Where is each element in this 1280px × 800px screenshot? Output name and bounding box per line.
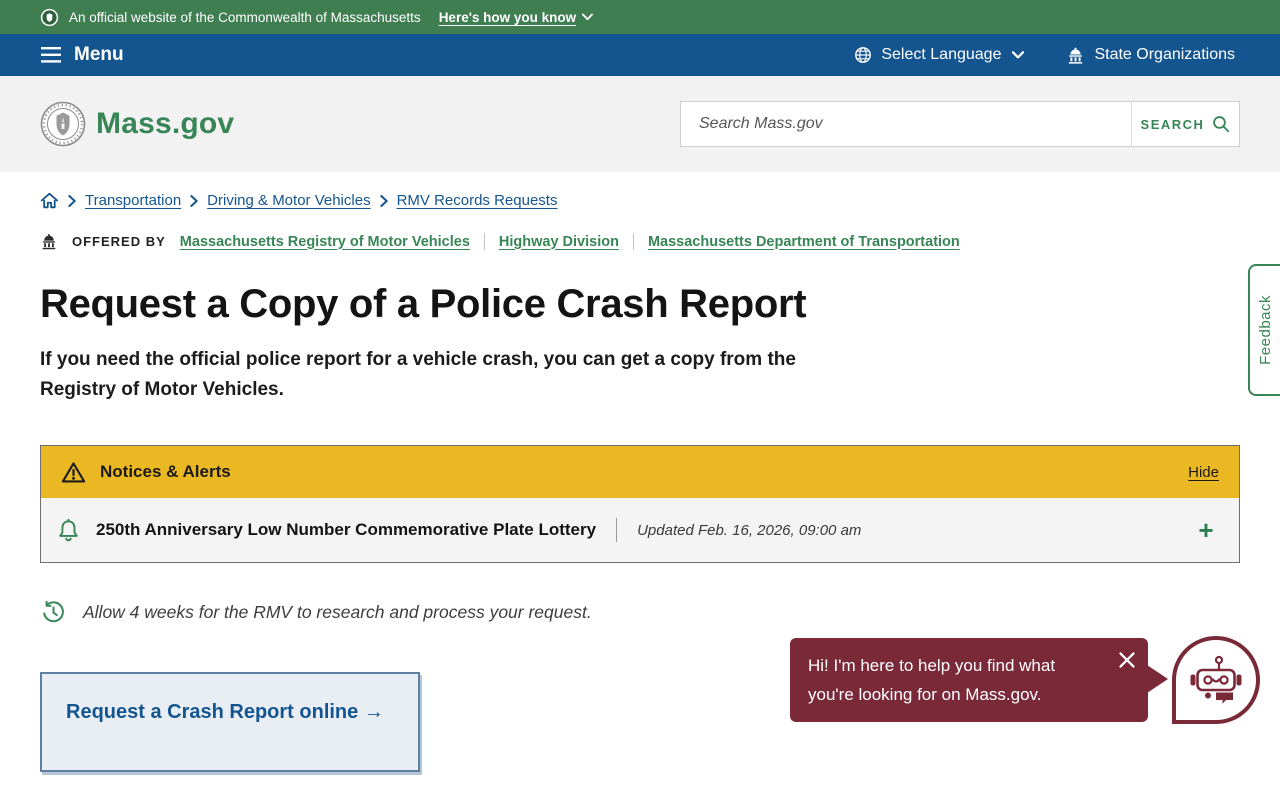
processing-note-text: Allow 4 weeks for the RMV to research an… xyxy=(83,602,592,622)
breadcrumb-link-driving-motor-vehicles[interactable]: Driving & Motor Vehicles xyxy=(207,192,370,209)
chatbot-message: Hi! I'm here to help you find what you'r… xyxy=(808,656,1056,704)
state-organizations-link[interactable]: State Organizations xyxy=(1066,46,1235,64)
close-icon[interactable] xyxy=(1118,651,1136,669)
agency-link-rmv[interactable]: Massachusetts Registry of Motor Vehicles xyxy=(180,234,470,250)
breadcrumb: Transportation Driving & Motor Vehicles … xyxy=(40,192,1240,209)
official-banner: An official website of the Commonwealth … xyxy=(0,0,1280,34)
divider xyxy=(483,233,485,250)
arrow-right-icon: → xyxy=(363,701,384,723)
divider xyxy=(632,233,634,250)
chatbot-button[interactable] xyxy=(1172,636,1260,724)
menu-label: Menu xyxy=(74,44,124,65)
search-icon xyxy=(1213,116,1230,133)
page: An official website of the Commonwealth … xyxy=(0,0,1280,800)
page-title: Request a Copy of a Police Crash Report xyxy=(40,282,807,326)
chevron-down-icon xyxy=(582,13,594,21)
feedback-tab[interactable]: Feedback xyxy=(1248,264,1280,396)
alert-updated-timestamp: Updated Feb. 16, 2026, 09:00 am xyxy=(637,521,862,539)
notices-alerts-header: Notices & Alerts Hide xyxy=(41,446,1239,498)
breadcrumb-link-rmv-records-requests[interactable]: RMV Records Requests xyxy=(397,192,558,209)
notices-alerts-title: Notices & Alerts xyxy=(100,462,231,481)
tooltip-tail xyxy=(1147,665,1168,693)
official-banner-text: An official website of the Commonwealth … xyxy=(69,9,421,25)
feedback-label: Feedback xyxy=(1256,295,1274,365)
history-clock-icon xyxy=(42,601,65,624)
massgov-logo-text: Mass.gov xyxy=(96,107,235,140)
search-bar: SEARCH xyxy=(680,101,1240,147)
globe-icon xyxy=(855,47,872,63)
bell-icon xyxy=(57,518,80,543)
search-button[interactable]: SEARCH xyxy=(1131,102,1239,146)
hide-notices-link[interactable]: Hide xyxy=(1188,464,1219,481)
robot-icon xyxy=(1190,655,1242,704)
chevron-right-icon xyxy=(68,194,76,207)
notices-alerts-box: Notices & Alerts Hide 250th Anniversary … xyxy=(40,445,1240,563)
state-organizations-label: State Organizations xyxy=(1094,46,1235,63)
state-seal-icon xyxy=(40,8,59,26)
select-language-button[interactable]: Select Language xyxy=(854,46,1025,64)
offered-by-label: OFFERED BY xyxy=(72,234,166,249)
massgov-seal-icon xyxy=(40,101,86,147)
home-icon[interactable] xyxy=(40,192,59,209)
main-nav: Menu Select Language State Organizations xyxy=(0,34,1280,76)
cta-label: Request a Crash Report online xyxy=(66,701,359,723)
chatbot-tooltip: Hi! I'm here to help you find what you'r… xyxy=(790,638,1168,722)
warning-icon xyxy=(61,461,86,483)
breadcrumb-link-transportation[interactable]: Transportation xyxy=(85,192,181,209)
chevron-right-icon xyxy=(190,194,198,207)
alert-row[interactable]: 250th Anniversary Low Number Commemorati… xyxy=(41,498,1239,562)
massgov-logo[interactable]: Mass.gov xyxy=(40,101,234,147)
offered-by: OFFERED BY Massachusetts Registry of Mot… xyxy=(40,233,1240,250)
chevron-down-icon xyxy=(1012,51,1025,59)
request-crash-report-online-button[interactable]: Request a Crash Report online → xyxy=(40,672,420,772)
site-header: Mass.gov SEARCH xyxy=(0,76,1280,172)
page-lead: If you need the official police report f… xyxy=(40,349,796,400)
expand-alert-button[interactable]: + xyxy=(1195,517,1217,543)
chevron-right-icon xyxy=(379,194,388,207)
nav-right: Select Language State Organizations xyxy=(854,46,1235,64)
search-input[interactable] xyxy=(681,102,1131,146)
search-button-label: SEARCH xyxy=(1140,116,1205,132)
processing-note: Allow 4 weeks for the RMV to research an… xyxy=(40,601,1240,624)
statehouse-icon xyxy=(1069,47,1083,64)
menu-button[interactable]: Menu xyxy=(40,44,124,66)
agency-link-massdot[interactable]: Massachusetts Department of Transportati… xyxy=(648,234,960,250)
statehouse-icon xyxy=(40,233,58,250)
hamburger-icon xyxy=(41,47,61,63)
divider xyxy=(616,518,618,542)
agency-link-highway-division[interactable]: Highway Division xyxy=(499,234,619,250)
select-language-label: Select Language xyxy=(881,46,1002,63)
heres-how-you-know-link[interactable]: Here's how you know xyxy=(439,10,594,25)
alert-title: 250th Anniversary Low Number Commemorati… xyxy=(96,520,597,539)
heres-how-you-know-label: Here's how you know xyxy=(438,9,577,25)
